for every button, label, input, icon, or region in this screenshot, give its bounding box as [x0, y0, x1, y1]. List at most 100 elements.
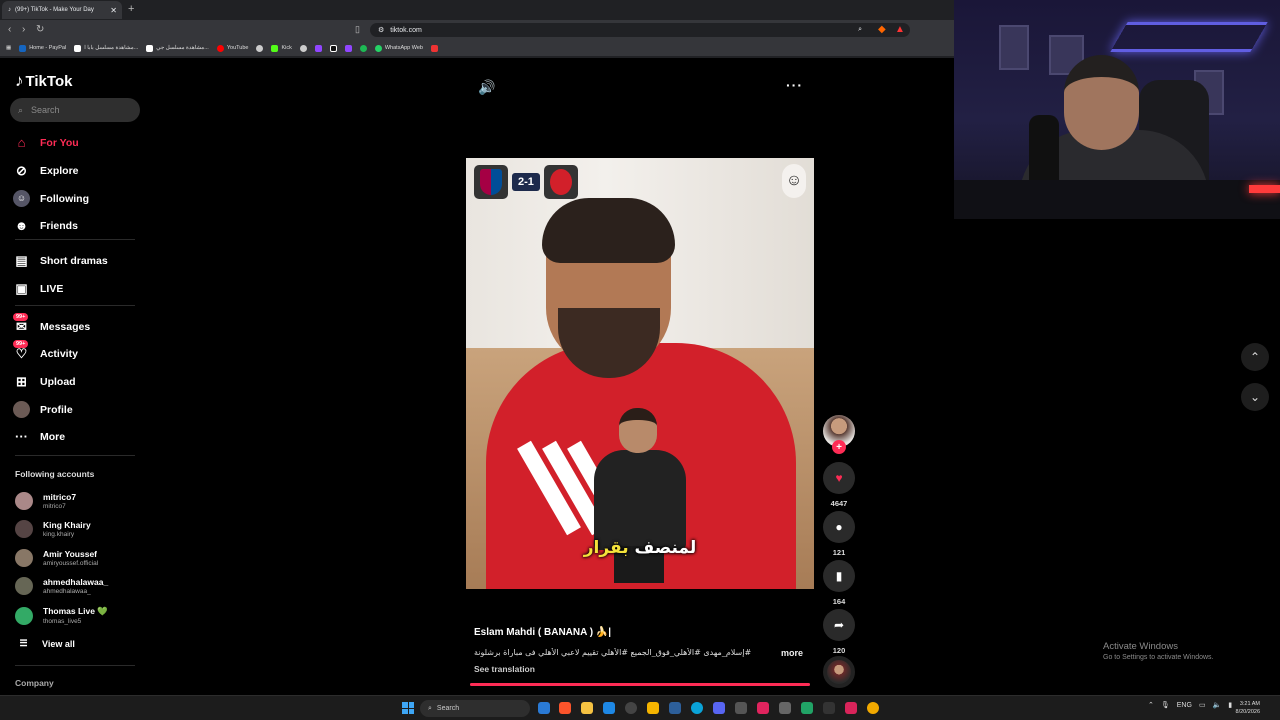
nav-short-dramas[interactable]: ▤ Short dramas — [13, 253, 107, 269]
more-link[interactable]: more — [781, 648, 803, 658]
steam-icon[interactable] — [669, 702, 681, 714]
al-ahly-crest-icon — [543, 165, 578, 199]
speaker-icon[interactable]: 🔈 — [1213, 701, 1222, 709]
nav-profile[interactable]: Profile — [13, 401, 73, 418]
nav-explore[interactable]: ⊘ Explore — [13, 163, 78, 179]
reload-icon[interactable]: ↻ — [36, 24, 44, 35]
live-icon: ▣ — [15, 281, 28, 296]
taskbar-search[interactable]: ⌕ Search — [420, 700, 530, 717]
bookmarks-bar: ▦ Home - PayPal مشاهدة مسلسل بابا ا... م… — [0, 40, 954, 56]
tiktok-note-icon: ♪ — [15, 71, 24, 90]
bookmark-icon[interactable]: ▮ — [823, 560, 855, 592]
tiktok-app-icon[interactable] — [845, 702, 857, 714]
tiktok-icon — [329, 44, 337, 52]
close-tab-icon[interactable]: ✕ — [110, 6, 117, 15]
see-translation-link[interactable]: See translation — [474, 664, 535, 674]
store-icon[interactable] — [603, 702, 615, 714]
bookmark-misc-3[interactable] — [430, 44, 438, 52]
bookmark-whatsapp[interactable]: WhatsApp Web — [374, 44, 423, 52]
language-indicator[interactable]: ENG — [1177, 702, 1192, 709]
taskbar-clock[interactable]: 3:21 AM 8/20/2026 — [1228, 700, 1260, 716]
share-action[interactable]: ➦ 120 — [823, 609, 855, 655]
nav-more[interactable]: ··· More — [13, 429, 65, 444]
bookmark-spotify[interactable] — [359, 44, 367, 52]
bookmark-misc-2[interactable] — [299, 44, 307, 52]
heart-icon[interactable]: ♥ — [823, 462, 855, 494]
taskbar: ⌕ Search ⌃ 🎙 ENG ▭ 🔈 ▮ 3:21 AM 8/20/2026 — [0, 695, 1280, 720]
share-icon[interactable]: ➦ — [823, 609, 855, 641]
bookmark-kick[interactable]: Kick — [271, 44, 292, 52]
network-icon[interactable]: ▭ — [1199, 701, 1206, 709]
microphone-icon[interactable]: 🎙 — [1161, 701, 1170, 709]
account-item[interactable]: King Khairy king.khairy — [15, 520, 91, 538]
activity-badge: 99+ — [13, 340, 29, 348]
forward-icon[interactable]: › — [22, 24, 25, 35]
account-item[interactable]: Amir Youssef amiryoussef.official — [15, 549, 98, 567]
comment-icon[interactable]: ● — [823, 511, 855, 543]
activity-icon: ♡ 99+ — [13, 340, 30, 362]
nav-upload[interactable]: ⊞ Upload — [13, 374, 76, 390]
app-icon[interactable] — [823, 702, 835, 714]
music-disc-icon[interactable] — [823, 656, 855, 688]
new-tab-icon[interactable]: + — [128, 3, 134, 15]
account-item[interactable]: Thomas Live 💚 thomas_live5 — [15, 606, 108, 625]
bookmark-twitch[interactable] — [314, 44, 322, 52]
discord-icon[interactable] — [713, 702, 725, 714]
company-link[interactable]: Company — [15, 678, 54, 688]
nav-following[interactable]: ☺ Following — [13, 190, 89, 207]
nav-messages[interactable]: ✉ 99+ Messages — [13, 313, 90, 335]
page-icon — [74, 44, 82, 52]
bookmark-series-2[interactable]: مشاهدة مسلسل جي... — [146, 44, 209, 52]
chrome-icon[interactable] — [867, 702, 879, 714]
volume-icon[interactable]: 🔊 — [478, 79, 495, 96]
settings-icon[interactable] — [625, 702, 637, 714]
page-icon — [430, 44, 438, 52]
bookmark-twitch-2[interactable] — [344, 44, 352, 52]
edge-icon[interactable] — [691, 702, 703, 714]
file-explorer-icon[interactable] — [581, 702, 593, 714]
zoom-icon[interactable]: ⌕ — [858, 26, 862, 34]
app-icon[interactable] — [779, 702, 791, 714]
next-video-button[interactable]: ⌄ — [1241, 383, 1269, 411]
comment-action[interactable]: ● 121 — [823, 511, 855, 557]
copilot-icon[interactable] — [538, 702, 550, 714]
chevron-up-icon[interactable]: ⌃ — [1148, 701, 1154, 709]
nav-live[interactable]: ▣ LIVE — [13, 281, 63, 297]
bookmark-series-1[interactable]: مشاهدة مسلسل بابا ا... — [74, 44, 138, 52]
app-icon[interactable] — [735, 702, 747, 714]
follow-button[interactable]: + — [832, 440, 846, 454]
like-action[interactable]: ♥ 4647 — [823, 462, 855, 508]
tiktok-logo[interactable]: ♪ TikTok — [15, 71, 72, 91]
brave-shield-icon[interactable]: ◆ — [878, 24, 886, 35]
more-options-icon[interactable]: ··· — [786, 77, 803, 93]
app-icon[interactable] — [757, 702, 769, 714]
bookmark-icon[interactable]: ▯ — [355, 24, 360, 35]
video-player[interactable]: 2-1 ☺ لمنصف بقرار — [466, 158, 814, 589]
twitch-icon — [314, 44, 322, 52]
nav-friends[interactable]: ☻ Friends — [13, 218, 78, 233]
url-input[interactable]: ⚙ tiktok.com ⌕ — [370, 23, 910, 37]
nav-activity[interactable]: ♡ 99+ Activity — [13, 340, 78, 362]
browser-tab[interactable]: ♪ (99+) TikTok - Make Your Day ✕ — [2, 1, 122, 19]
bookmark-misc[interactable] — [256, 44, 264, 52]
save-action[interactable]: ▮ 164 — [823, 560, 855, 606]
app-icon[interactable] — [647, 702, 659, 714]
comment-count: 121 — [832, 548, 846, 557]
apps-grid-icon[interactable]: ▦ — [6, 45, 11, 51]
bookmark-tiktok[interactable] — [329, 44, 337, 52]
nav-for-you[interactable]: ⌂ For You — [13, 135, 79, 150]
previous-video-button[interactable]: ⌃ — [1241, 343, 1269, 371]
windows-start-icon[interactable] — [402, 702, 414, 714]
brave-icon[interactable] — [559, 702, 571, 714]
video-progress-bar[interactable] — [470, 683, 810, 686]
account-item[interactable]: mitrico7 mitrico7 — [15, 492, 76, 510]
bookmark-youtube[interactable]: YouTube — [216, 44, 248, 52]
bookmark-paypal[interactable]: Home - PayPal — [19, 44, 66, 52]
author-name[interactable]: Eslam Mahdi ( BANANA ) 🍌| — [474, 627, 611, 638]
rewards-icon[interactable]: ▲ — [895, 24, 905, 35]
back-icon[interactable]: ‹ — [8, 24, 11, 35]
search-input[interactable]: ⌕ Search — [10, 98, 140, 122]
view-all-link[interactable]: ☰ View all — [15, 638, 74, 649]
excel-icon[interactable] — [801, 702, 813, 714]
account-item[interactable]: ahmedhalawaa_ ahmedhalawaa_ — [15, 577, 108, 595]
